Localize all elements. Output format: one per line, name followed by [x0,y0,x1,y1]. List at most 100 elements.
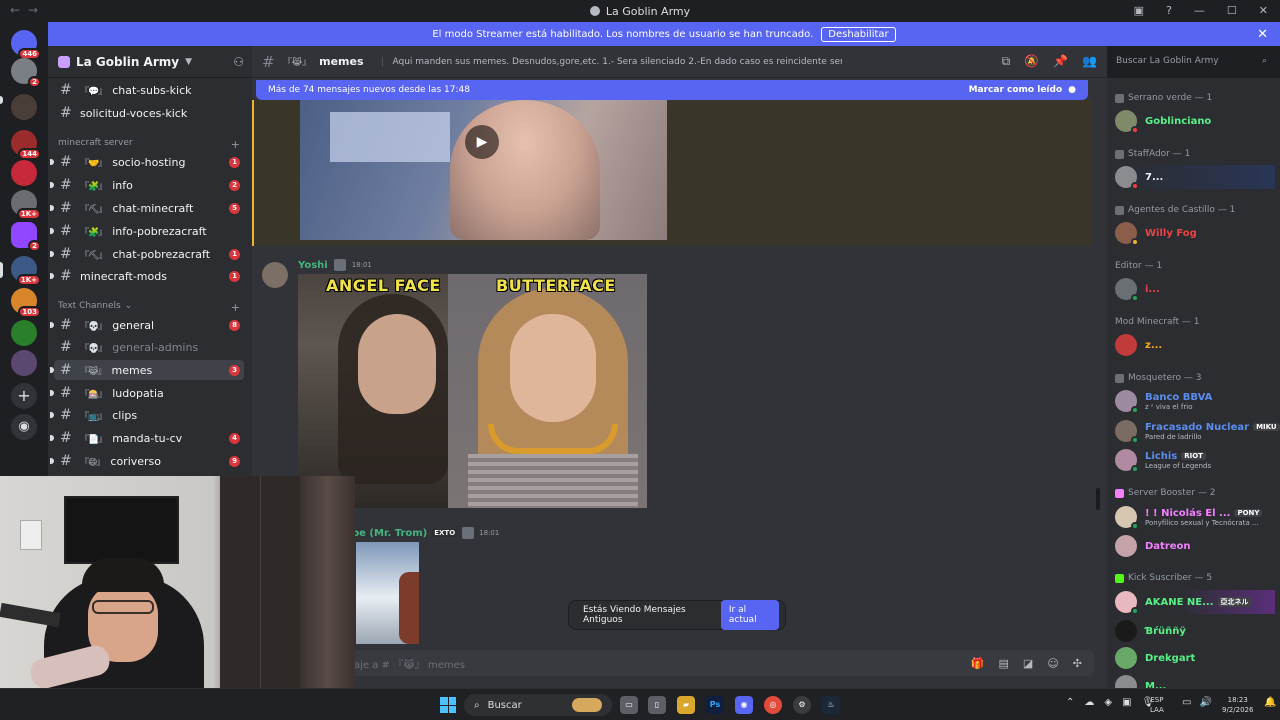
minimize-icon[interactable]: — [1194,4,1205,17]
category-minecraft[interactable]: minecraft server + [58,138,240,151]
language-indicator[interactable]: ESP LAA [1150,695,1164,715]
play-icon[interactable]: ▶ [465,125,499,159]
photoshop-icon[interactable]: Ps [706,696,724,714]
channel-chat-subs-kick[interactable]: # 『💬』 chat-subs-kick [54,80,244,100]
add-channel-icon[interactable]: + [231,301,240,314]
app-icon[interactable]: ▯ [648,696,666,714]
channel-chat-minecraft[interactable]: # 『⛏』 chat-minecraft 5 [50,198,244,218]
channel-solicitud-voces-kick[interactable]: # solicitud-voces-kick [54,103,244,123]
member-item[interactable]: Datreon [1115,534,1275,558]
volume-icon[interactable]: 🔊 [1199,697,1211,708]
server-icon[interactable]: 1K+ [11,256,41,286]
notifications-muted-icon[interactable]: 🔕 [1024,54,1039,69]
server-icon[interactable]: 1K+ [11,190,41,220]
member-item[interactable]: Fracasado Nuclear MIKU Pared de ladrillo [1115,419,1280,444]
channel-minecraft-mods[interactable]: # minecraft-mods 1 [50,266,244,286]
explore-icon[interactable]: ◉ [11,414,37,440]
meme-image[interactable]: ANGEL FACE BUTTERFACE [298,274,647,508]
member-item[interactable]: i... [1115,277,1275,302]
video-embed[interactable]: ▶ [300,100,667,240]
member-item[interactable]: Lichis RIOT League of Legends [1115,448,1275,473]
close-banner-icon[interactable]: ✕ [1257,27,1268,42]
inbox-icon[interactable]: ▣ [1134,4,1144,17]
windows-start-icon[interactable] [440,697,456,713]
channel-info[interactable]: # 『🧩』 info 2 [50,175,244,195]
server-icon[interactable] [11,320,37,346]
video-person-image [450,100,600,240]
image-attachment[interactable] [356,542,419,644]
history-nav[interactable]: ←→ [10,3,46,17]
channel-clips[interactable]: # 『📺』 clips [50,405,244,425]
member-list-icon[interactable]: 👥 [1082,54,1097,69]
member-item[interactable]: Goblinciano [1115,109,1275,134]
member-item[interactable]: ! ! Nicolás El ... PONY Ponyfílico sexual … [1115,505,1275,530]
twitch-server-icon[interactable]: 2 [11,222,41,252]
channel-general[interactable]: # 『💀』 general 8 [50,315,244,335]
taskbar-search[interactable]: ⌕ Buscar [464,694,612,716]
maximize-icon[interactable]: ☐ [1227,4,1237,17]
disable-streamer-button[interactable]: Deshabilitar [821,26,896,42]
tray-app-icon[interactable]: ▣ [1122,697,1131,708]
emoji-icon[interactable]: ☺ [1047,657,1058,670]
apps-icon[interactable]: ✣ [1073,657,1082,670]
channel-socio-hosting[interactable]: # 『🤝』 socio-hosting 1 [50,152,244,172]
add-server-icon[interactable]: + [11,383,37,409]
member-item[interactable]: AKANE NE... 亞北ネル [1115,590,1275,615]
category-text-channels[interactable]: Text Channels ⌄ + [58,301,240,314]
member-item[interactable]: 7... [1115,165,1275,190]
channel-chat-pobrezacraft[interactable]: # 『⛏』 chat-pobrezacraft 1 [50,244,244,264]
server-icon[interactable] [11,350,37,376]
member-item[interactable]: Ɓŕüññÿ [1115,619,1275,643]
message-author[interactable]: Yoshi [298,260,328,271]
channel-topic[interactable]: Aqui manden sus memes. Desnudos,gore,etc… [381,56,842,67]
close-window-icon[interactable]: ✕ [1259,4,1268,17]
jump-to-present-button[interactable]: Ir al actual [720,600,779,630]
network-icon[interactable]: ▭ [1182,697,1191,708]
discord-icon[interactable]: ◉ [735,696,753,714]
search-input[interactable]: Buscar La Goblin Army ⌕ [1110,52,1273,72]
threads-icon[interactable]: ⧉ [1002,54,1011,69]
new-messages-bar[interactable]: Más de 74 mensajes nuevos desde las 17:4… [256,80,1088,100]
add-channel-icon[interactable]: + [231,138,240,151]
server-icon[interactable]: 103 [11,288,41,318]
steam-icon[interactable]: ♨ [822,696,840,714]
message-input[interactable]: aje a # 『😹』 memes 🎁 ▤ ◪ ☺ ✣ [342,650,1094,676]
task-view-icon[interactable]: ▭ [620,696,638,714]
pin-icon[interactable]: 📌 [1053,54,1068,69]
sticker-icon[interactable]: ◪ [1023,657,1033,670]
channel-ludopatia[interactable]: # 『🎰』 ludopatia [50,383,244,403]
channel-general-admins[interactable]: # 『💀』 general-admins [54,337,244,357]
channel-info-pobrezacraft[interactable]: # 『🧩』 info-pobrezacraft [50,221,244,241]
mark-read-button[interactable]: Marcar como leído [969,85,1063,95]
home-button[interactable]: 446 [11,30,41,60]
server-icon[interactable]: 144 [11,130,41,160]
gift-icon[interactable]: 🎁 [971,657,985,670]
file-explorer-icon[interactable]: ▰ [677,696,695,714]
channel-manda-tu-cv[interactable]: # 『📄』 manda-tu-cv 4 [50,428,244,448]
member-item[interactable]: Willy Fog [1115,221,1275,246]
message-author[interactable]: pe (Mr. Trom) [352,528,427,539]
server-icon[interactable] [11,160,37,186]
help-icon[interactable]: ? [1166,4,1172,17]
member-item[interactable]: Banco BBVA z ᶻ viva el frio [1115,389,1275,414]
channel-coriverso[interactable]: # 『😄』 coriverso 9 [50,451,244,471]
app-icon[interactable]: ⚙ [793,696,811,714]
tray-overflow-icon[interactable]: ⌃ [1066,697,1074,708]
invite-icon[interactable]: ⚇ [233,55,244,69]
member-item[interactable]: z... [1115,333,1275,357]
scrollbar[interactable] [1096,488,1100,510]
notification-bell-icon[interactable]: 🔔 [1264,697,1276,708]
unread-dot [50,273,54,279]
server-icon[interactable] [11,94,37,120]
dm-avatar[interactable]: 2 [11,58,41,88]
chrome-icon[interactable]: ◎ [764,696,782,714]
clock[interactable]: 18:23 9/2/2026 [1222,695,1253,715]
avatar[interactable] [262,262,288,288]
channel-memes[interactable]: # 『😹』 memes 3 [50,360,244,380]
tray-app-icon[interactable]: ☁ [1084,697,1094,708]
tray-app-icon[interactable]: ◈ [1104,697,1112,708]
member-item[interactable]: Drekgart [1115,646,1275,670]
mention-badge: 4 [229,433,240,444]
server-header[interactable]: La Goblin Army ▼ ⚇ [48,46,252,78]
gif-icon[interactable]: ▤ [999,657,1009,670]
